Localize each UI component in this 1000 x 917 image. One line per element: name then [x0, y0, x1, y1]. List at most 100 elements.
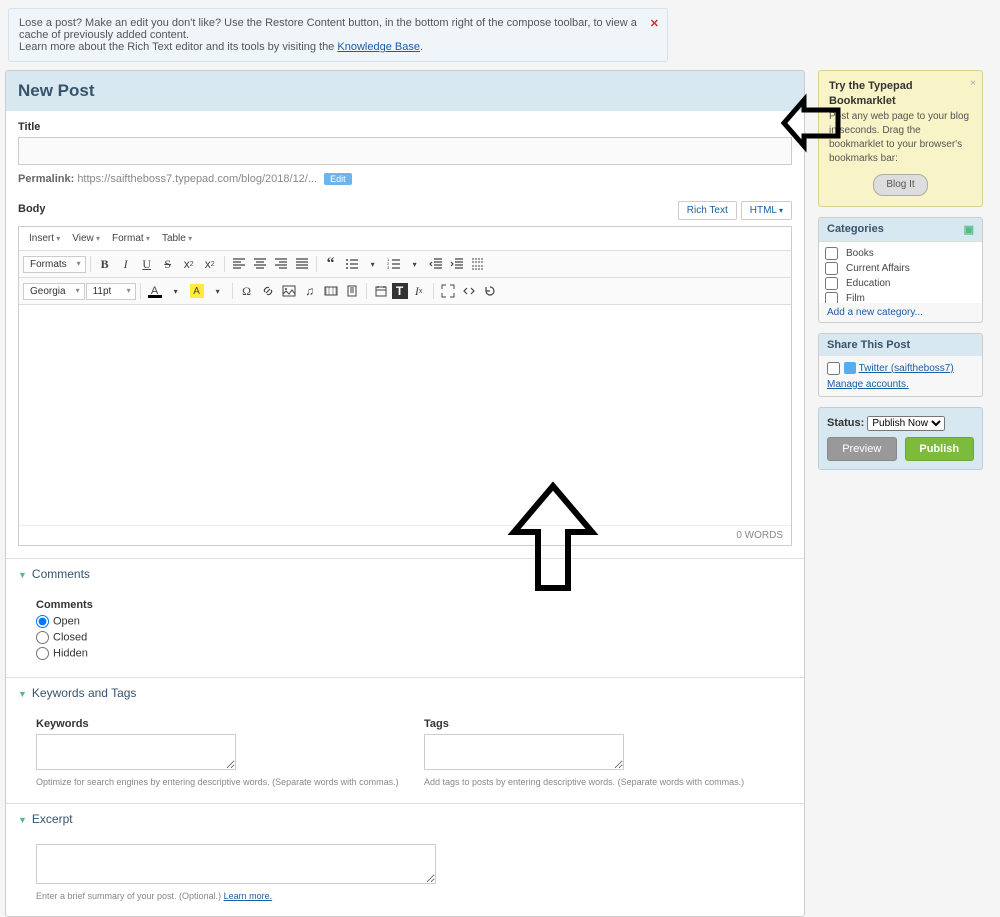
keywords-input[interactable] — [36, 734, 236, 770]
bookmarklet-body: Post any web page to your blog in second… — [829, 110, 972, 166]
editor-body[interactable] — [19, 305, 791, 525]
bold-button[interactable]: B — [95, 254, 115, 274]
page-title: New Post — [6, 71, 804, 111]
audio-button[interactable]: ♫ — [300, 281, 320, 301]
edit-permalink-button[interactable]: Edit — [324, 173, 352, 185]
menu-table[interactable]: Table — [158, 231, 196, 246]
indent-button[interactable] — [447, 254, 467, 274]
attachment-button[interactable] — [342, 281, 362, 301]
font-size-dropdown[interactable]: 11pt — [86, 283, 136, 300]
menu-view[interactable]: View — [68, 231, 104, 246]
superscript-button[interactable]: x2 — [200, 254, 220, 274]
outdent-button[interactable] — [426, 254, 446, 274]
collapse-icon[interactable]: ▣ — [964, 223, 974, 236]
highlight-dropdown[interactable]: ▾ — [208, 281, 228, 301]
chevron-down-icon: ▾ — [779, 206, 783, 215]
align-left-button[interactable] — [229, 254, 249, 274]
close-icon[interactable]: ✕ — [650, 17, 659, 30]
svg-text:3: 3 — [387, 265, 390, 270]
keywords-help: Optimize for search engines by entering … — [36, 777, 404, 789]
category-checkbox[interactable] — [825, 277, 838, 290]
comments-open-radio[interactable] — [36, 615, 49, 628]
split-button[interactable] — [468, 254, 488, 274]
category-checkbox[interactable] — [825, 292, 838, 303]
tab-rich-text[interactable]: Rich Text — [678, 201, 737, 220]
category-checkbox[interactable] — [825, 247, 838, 260]
title-label: Title — [18, 121, 792, 133]
bookmarklet-box: × Try the Typepad Bookmarklet Post any w… — [818, 70, 983, 207]
tags-input[interactable] — [424, 734, 624, 770]
close-icon[interactable]: × — [970, 77, 976, 91]
share-twitter-checkbox[interactable] — [827, 362, 840, 375]
twitter-account-link[interactable]: Twitter (saiftheboss7) — [859, 363, 954, 374]
learn-more-link[interactable]: Learn more. — [224, 891, 273, 901]
annotation-arrow-left-icon — [780, 98, 840, 151]
menu-insert[interactable]: Insert — [25, 231, 64, 246]
info-text-2b: . — [420, 41, 423, 53]
info-banner: ✕ Lose a post? Make an edit you don't li… — [8, 8, 668, 62]
info-text-1: Lose a post? Make an edit you don't like… — [19, 17, 637, 41]
tab-html-label: HTML — [750, 205, 777, 216]
publish-button[interactable]: Publish — [905, 437, 975, 461]
word-count: 0 WORDS — [19, 525, 791, 545]
image-button[interactable] — [279, 281, 299, 301]
italic-button[interactable]: I — [116, 254, 136, 274]
numbered-list-button[interactable]: 123 — [384, 254, 404, 274]
date-button[interactable] — [371, 281, 391, 301]
menu-format[interactable]: Format — [108, 231, 154, 246]
keywords-tags-section-toggle[interactable]: Keywords and Tags — [6, 677, 804, 708]
excerpt-input[interactable] — [36, 844, 436, 884]
code-button[interactable] — [459, 281, 479, 301]
tab-html[interactable]: HTML▾ — [741, 201, 792, 220]
text-color-button[interactable]: A — [145, 281, 165, 301]
strikethrough-button[interactable]: S — [158, 254, 178, 274]
underline-button[interactable]: U — [137, 254, 157, 274]
add-category-link[interactable]: Add a new category... — [819, 303, 982, 322]
category-checkbox[interactable] — [825, 262, 838, 275]
excerpt-section-toggle[interactable]: Excerpt — [6, 803, 804, 834]
align-justify-button[interactable] — [292, 254, 312, 274]
title-input[interactable] — [18, 137, 792, 165]
info-text-2a: Learn more about the Rich Text editor an… — [19, 41, 337, 53]
knowledge-base-link[interactable]: Knowledge Base — [337, 41, 420, 53]
align-center-button[interactable] — [250, 254, 270, 274]
align-right-button[interactable] — [271, 254, 291, 274]
link-button[interactable] — [258, 281, 278, 301]
editor: Insert View Format Table Formats B I U S… — [18, 226, 792, 546]
permalink-url[interactable]: https://saiftheboss7.typepad.com/blog/20… — [77, 173, 317, 185]
special-char-button[interactable]: Ω — [237, 281, 257, 301]
blockquote-button[interactable]: “ — [321, 254, 341, 274]
body-label: Body — [18, 203, 46, 215]
comments-closed-radio[interactable] — [36, 631, 49, 644]
highlight-button[interactable]: A — [187, 281, 207, 301]
manage-accounts-link[interactable]: Manage accounts. — [827, 379, 974, 390]
blog-it-button[interactable]: Blog It — [873, 174, 927, 196]
share-title: Share This Post — [827, 339, 910, 351]
keywords-label: Keywords — [36, 718, 404, 730]
status-select[interactable]: Publish Now — [867, 416, 945, 431]
restore-button[interactable] — [480, 281, 500, 301]
category-label: Education — [846, 278, 890, 289]
permalink-label: Permalink: — [18, 173, 74, 185]
clear-format-button[interactable]: Ix — [409, 281, 429, 301]
bullet-list-dropdown[interactable]: ▾ — [363, 254, 383, 274]
subscript-button[interactable]: x2 — [179, 254, 199, 274]
formats-dropdown[interactable]: Formats — [23, 256, 86, 273]
video-button[interactable] — [321, 281, 341, 301]
category-label: Books — [846, 248, 874, 259]
twitter-icon — [844, 362, 856, 374]
category-label: Current Affairs — [846, 263, 910, 274]
text-color-dropdown[interactable]: ▾ — [166, 281, 186, 301]
category-label: Film — [846, 293, 865, 303]
comments-hidden-radio[interactable] — [36, 647, 49, 660]
comments-section-toggle[interactable]: Comments — [6, 558, 804, 589]
preview-button[interactable]: Preview — [827, 437, 897, 461]
annotation-arrow-up-icon — [508, 480, 598, 593]
numbered-list-dropdown[interactable]: ▾ — [405, 254, 425, 274]
excerpt-help: Enter a brief summary of your post. (Opt… — [36, 891, 224, 901]
text-button[interactable]: T — [392, 283, 408, 299]
font-family-dropdown[interactable]: Georgia — [23, 283, 85, 300]
fullscreen-button[interactable] — [438, 281, 458, 301]
category-list[interactable]: Books Current Affairs Education Film Foo… — [819, 241, 982, 303]
bullet-list-button[interactable] — [342, 254, 362, 274]
